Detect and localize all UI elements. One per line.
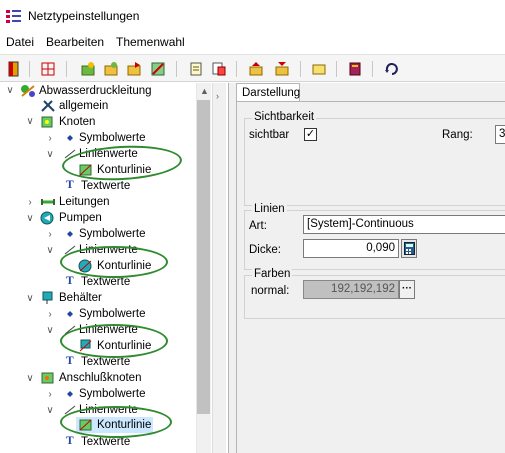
tree-item-symbolwerte[interactable]: Symbolwerte	[64, 226, 145, 242]
calculator-icon[interactable]	[401, 239, 417, 258]
collapse-icon[interactable]: ∨	[25, 294, 35, 304]
symbol-icon	[64, 387, 76, 401]
tab-panel: Sichtbarkeit sichtbar ✓ Rang: 3 Linien A…	[236, 101, 505, 453]
highlight-ellipse	[60, 406, 172, 438]
expand-icon[interactable]: ›	[45, 230, 55, 240]
export-icon[interactable]	[272, 59, 292, 79]
splitter[interactable]: ›	[212, 83, 226, 453]
art-label: Art:	[249, 220, 267, 232]
menu-bar: Datei Bearbeiten Themenwahl	[0, 32, 505, 52]
group-linien-title: Linien	[252, 203, 287, 215]
toolbar	[0, 54, 505, 82]
scrollbar-thumb[interactable]	[197, 100, 210, 414]
tank-icon	[40, 291, 56, 305]
collapse-icon[interactable]: ∨	[25, 214, 35, 224]
color-picker-button[interactable]: ···	[399, 280, 415, 299]
sichtbar-label: sichtbar	[249, 129, 290, 141]
collapse-icon[interactable]: ∨	[45, 326, 55, 336]
highlight-ellipse	[60, 246, 168, 278]
expand-icon[interactable]: ›	[45, 310, 55, 320]
tree-item-symbolwerte[interactable]: Symbolwerte	[64, 306, 145, 322]
tree-item-pumpen[interactable]: Pumpen	[40, 210, 102, 226]
rang-label: Rang:	[442, 129, 473, 141]
text-icon: T	[66, 179, 74, 191]
collapse-icon[interactable]: ∨	[45, 406, 55, 416]
tree-item-textwerte[interactable]: T Textwerte	[66, 178, 130, 194]
dicke-label: Dicke:	[249, 244, 281, 256]
highlight-ellipse	[60, 324, 168, 358]
add-yellow-icon[interactable]	[101, 59, 121, 79]
collapse-arrow-icon[interactable]: ›	[216, 91, 219, 101]
expand-icon[interactable]: ›	[25, 198, 35, 208]
symbol-icon	[64, 227, 76, 241]
dicke-field[interactable]: 0,090	[303, 239, 399, 258]
expand-icon[interactable]: ›	[45, 390, 55, 400]
normal-color-field[interactable]: 192,192,192	[303, 280, 399, 299]
add-green-icon[interactable]	[78, 59, 98, 79]
refresh-icon[interactable]	[382, 59, 402, 79]
tab-darstellung[interactable]: Darstellung	[236, 83, 300, 102]
app-network-icon	[6, 9, 22, 23]
tree-item-behaelter[interactable]: Behälter	[40, 290, 102, 306]
collapse-icon[interactable]: ∨	[5, 86, 15, 96]
group-farben-title: Farben	[252, 268, 293, 280]
collapse-icon[interactable]: ∨	[45, 150, 55, 160]
symbol-icon	[64, 131, 76, 145]
menu-datei[interactable]: Datei	[6, 35, 34, 49]
window-title: Netztypeinstellungen	[28, 9, 140, 23]
group-sichtbarkeit-title: Sichtbarkeit	[252, 111, 317, 123]
normal-label: normal:	[251, 285, 290, 297]
grid-icon[interactable]	[38, 59, 58, 79]
expand-icon[interactable]: ›	[45, 134, 55, 144]
tree-item-leitungen[interactable]: Leitungen	[40, 194, 110, 210]
collapse-icon[interactable]: ∨	[25, 117, 35, 127]
art-field[interactable]: [System]-Continuous	[303, 215, 505, 234]
tree-item-anschlussknoten[interactable]: Anschlußknoten	[40, 370, 141, 386]
copy-page-icon[interactable]	[186, 59, 206, 79]
network-type-icon	[20, 84, 36, 98]
folder-icon[interactable]	[309, 59, 329, 79]
open-folder-icon[interactable]	[124, 59, 144, 79]
connection-node-icon	[40, 371, 56, 385]
symbol-icon	[64, 307, 76, 321]
text-icon: T	[66, 355, 74, 367]
paste-page-icon[interactable]	[209, 59, 229, 79]
collapse-icon[interactable]: ∨	[45, 246, 55, 256]
tree-item-allgemein[interactable]: allgemein	[40, 98, 108, 114]
book-icon[interactable]	[345, 59, 365, 79]
pump-icon	[40, 211, 56, 225]
tree-item-symbolwerte[interactable]: Symbolwerte	[64, 386, 145, 402]
collapse-icon[interactable]: ∨	[25, 374, 35, 384]
node-icon	[40, 115, 56, 129]
menu-themenwahl[interactable]: Themenwahl	[116, 35, 185, 49]
import-icon[interactable]	[246, 59, 266, 79]
text-icon: T	[66, 435, 74, 447]
tree-item-knoten[interactable]: Knoten	[40, 114, 95, 130]
tree-item-symbolwerte[interactable]: Symbolwerte	[64, 130, 145, 146]
rang-field[interactable]: 3	[495, 125, 505, 144]
text-icon: T	[66, 275, 74, 287]
tools-icon	[40, 99, 56, 113]
sichtbar-checkbox[interactable]: ✓	[304, 128, 317, 141]
tree-view[interactable]: ∨ Abwasserdruckleitung allgemein ∨ Knote…	[0, 83, 196, 453]
scroll-up-icon[interactable]: ▲	[200, 86, 209, 96]
exit-icon[interactable]	[4, 59, 24, 79]
pipe-icon	[40, 195, 56, 209]
menu-bearbeiten[interactable]: Bearbeiten	[46, 35, 104, 49]
tree-item-root[interactable]: Abwasserdruckleitung	[20, 83, 152, 99]
title-bar: Netztypeinstellungen	[0, 0, 505, 32]
edit-icon[interactable]	[148, 59, 168, 79]
